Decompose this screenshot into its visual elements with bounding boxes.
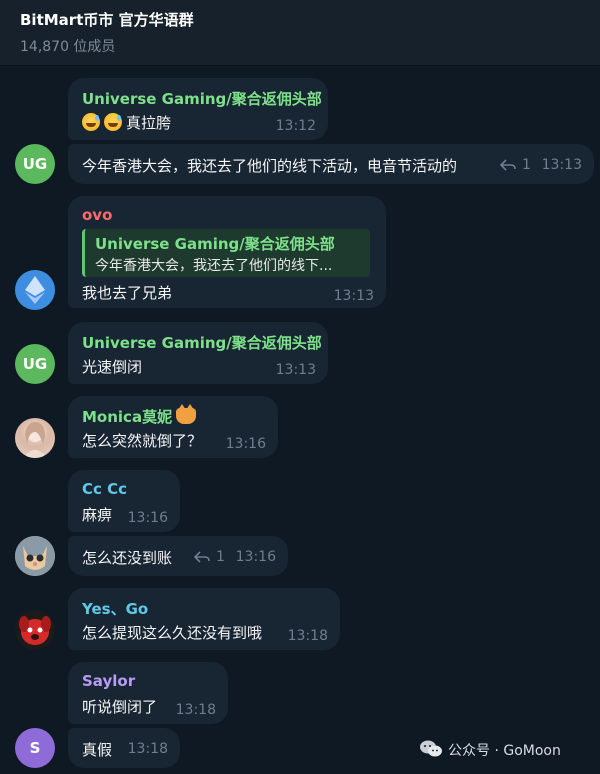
ethereum-icon [25, 276, 45, 304]
message-bubble[interactable]: Monica莫妮 怎么突然就倒了？ 13:16 [68, 396, 278, 458]
message-time: 13:18 [287, 628, 328, 644]
message-bubble[interactable]: Universe Gaming/聚合返佣头部 光速倒闭 13:13 [68, 322, 328, 384]
sweat-smile-emoji-icon [82, 113, 100, 131]
avatar[interactable] [15, 270, 55, 310]
reply-count[interactable]: 1 [499, 157, 531, 173]
sweat-smile-emoji-icon [104, 113, 122, 131]
message-text: 怎么提现这么久还没有到哦 [82, 624, 263, 642]
avatar[interactable] [15, 418, 55, 458]
chat-header[interactable]: BitMart币市 官方华语群 14,870 位成员 [0, 0, 600, 66]
watermark: 公众号 · GoMoon [420, 740, 561, 760]
cat-avatar-icon [15, 536, 55, 576]
message-text: 真假 [82, 741, 113, 759]
sender-name[interactable]: Cc Cc [82, 480, 127, 498]
sender-name[interactable]: Monica莫妮 [82, 404, 197, 427]
avatar[interactable]: S [15, 728, 55, 768]
avatar[interactable] [15, 536, 55, 576]
sender-name[interactable]: Universe Gaming/聚合返佣头部 [82, 332, 322, 353]
message-bubble[interactable]: Cc Cc 麻痹 13:16 [68, 470, 180, 532]
member-count: 14,870 位成员 [20, 39, 116, 55]
reply-arrow-icon [499, 159, 516, 171]
message-bubble[interactable]: 真假 13:18 [68, 728, 180, 768]
message-text: 光速倒闭 [82, 358, 143, 376]
quoted-message[interactable]: Universe Gaming/聚合返佣头部 今年香港大会，我还去了他们的线下.… [82, 229, 370, 277]
sender-name[interactable]: Saylor [82, 672, 135, 690]
quoted-text: 今年香港大会，我还去了他们的线下... [95, 258, 333, 274]
sender-name[interactable]: Yes、Go [82, 598, 148, 619]
reply-count[interactable]: 1 [193, 549, 225, 565]
message-bubble[interactable]: Universe Gaming/聚合返佣头部 真拉胯 13:12 [68, 78, 328, 140]
message-text: 今年香港大会，我还去了他们的线下活动，电音节活动的 [82, 157, 458, 175]
reply-arrow-icon [193, 551, 210, 563]
message-time: 13:16 [127, 510, 168, 526]
red-dog-avatar-icon [15, 610, 55, 650]
person-avatar-icon [23, 422, 47, 458]
message-bubble[interactable]: 今年香港大会，我还去了他们的线下活动，电音节活动的 1 13:13 [68, 144, 594, 184]
sender-name[interactable]: ovo [82, 206, 112, 224]
message-time: 13:16 [235, 549, 276, 565]
message-time: 13:13 [333, 288, 374, 304]
message-bubble[interactable]: Yes、Go 怎么提现这么久还没有到哦 13:18 [68, 588, 340, 650]
wechat-icon [420, 740, 442, 757]
chat-title: BitMart币市 官方华语群 [20, 11, 194, 29]
message-bubble[interactable]: Saylor 听说倒闭了 13:18 [68, 662, 228, 724]
avatar[interactable]: UG [15, 144, 55, 184]
cat-emoji-icon [176, 404, 197, 424]
message-time: 13:13 [541, 157, 582, 173]
message-text: 怎么还没到账 [82, 549, 173, 567]
quoted-sender: Universe Gaming/聚合返佣头部 [95, 235, 335, 253]
message-text: 麻痹 [82, 506, 113, 524]
message-time: 13:12 [275, 118, 316, 134]
message-list: Universe Gaming/聚合返佣头部 真拉胯 13:12 今年香港大会，… [0, 66, 600, 774]
message-bubble[interactable]: 怎么还没到账 1 13:16 [68, 536, 288, 576]
message-time: 13:18 [175, 702, 216, 718]
avatar[interactable]: UG [15, 344, 55, 384]
message-text: 怎么突然就倒了？ [82, 432, 203, 450]
message-text: 真拉胯 [82, 112, 171, 133]
message-time: 13:13 [275, 362, 316, 378]
message-text: 我也去了兄弟 [82, 284, 173, 302]
message-bubble[interactable]: ovo Universe Gaming/聚合返佣头部 今年香港大会，我还去了他们… [68, 196, 386, 308]
sender-name[interactable]: Universe Gaming/聚合返佣头部 [82, 88, 322, 109]
message-text: 听说倒闭了 [82, 698, 158, 716]
avatar[interactable] [15, 610, 55, 650]
message-time: 13:18 [127, 741, 168, 757]
message-time: 13:16 [225, 436, 266, 452]
